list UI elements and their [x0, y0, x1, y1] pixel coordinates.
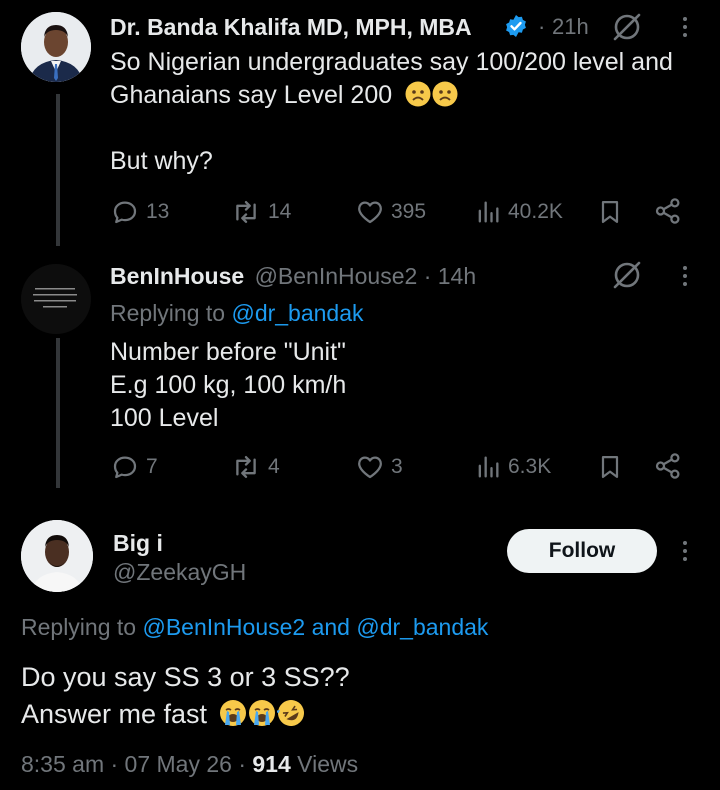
tweet-text-line: Ghanaians say Level 200: [110, 79, 710, 112]
verified-badge-icon: [506, 15, 526, 37]
reply-count: 13: [146, 200, 170, 223]
repost-icon: [236, 200, 256, 224]
user-header: BenInHouse @BenInHouse2 · 14h: [110, 262, 476, 290]
tweet-text: Do you say SS 3 or 3 SS?? Answer me fast: [21, 659, 350, 733]
views-icon: [478, 201, 499, 223]
tweet-time[interactable]: 21h: [552, 14, 589, 40]
bookmark-icon[interactable]: [596, 452, 624, 482]
tweet-text-segment: Answer me fast: [21, 699, 208, 729]
tweet-timestamp: 8:35 am · 07 May 26 · 914 Views: [21, 749, 358, 779]
thread-line: [56, 94, 60, 246]
grok-icon[interactable]: [610, 10, 644, 44]
display-name[interactable]: BenInHouse: [110, 263, 244, 289]
heart-icon: [358, 456, 382, 479]
like-button[interactable]: 3: [355, 452, 403, 482]
tweet-text-line: But why?: [110, 147, 213, 175]
reply-button[interactable]: 7: [110, 452, 158, 482]
reply-count: 7: [146, 455, 158, 478]
tweet-text: Number before "Unit" E.g 100 kg, 100 km/…: [110, 336, 346, 435]
display-name[interactable]: Big i: [113, 529, 163, 557]
frowning-face-emoji: [432, 81, 458, 107]
repost-icon: [236, 455, 256, 479]
dot-separator: ·: [538, 14, 546, 39]
tweet-text-line: E.g 100 kg, 100 km/h: [110, 371, 347, 399]
reply-icon: [113, 456, 137, 479]
mention-links[interactable]: @BenInHouse2 and @dr_bandak: [142, 614, 488, 640]
tweet-text-line: So Nigerian undergraduates say 100/200 l…: [110, 48, 673, 76]
heart-icon: [358, 201, 382, 224]
tweet-text-line: Do you say SS 3 or 3 SS??: [21, 662, 350, 692]
replying-prefix: Replying to: [21, 614, 143, 640]
views-button[interactable]: 6.3K: [474, 452, 551, 482]
repost-count: 4: [268, 455, 280, 478]
avatar[interactable]: [21, 12, 91, 82]
replying-to: Replying to @BenInHouse2 and @dr_bandak: [21, 612, 488, 642]
tweet-text-line: Number before "Unit": [110, 338, 346, 366]
repost-button[interactable]: 4: [230, 452, 280, 482]
views-count: 914: [252, 751, 291, 777]
repost-count: 14: [268, 200, 292, 223]
handle-and-time[interactable]: @BenInHouse2 · 14h: [255, 263, 477, 289]
rolling-on-floor-laughing-emoji: [274, 699, 305, 727]
replying-prefix: Replying to: [110, 300, 232, 326]
tweet-text: So Nigerian undergraduates say 100/200 l…: [110, 46, 710, 178]
views-count: 40.2K: [508, 200, 563, 223]
loudly-crying-face-emoji: [219, 699, 247, 727]
avatar[interactable]: [21, 520, 93, 592]
more-options-icon[interactable]: [683, 541, 687, 561]
views-label: Views: [290, 751, 359, 777]
like-count: 395: [391, 200, 427, 223]
more-options-icon[interactable]: [683, 17, 687, 37]
views-icon: [478, 456, 499, 478]
replying-to: Replying to @dr_bandak: [110, 298, 364, 328]
like-button[interactable]: 395: [355, 197, 426, 227]
bookmark-icon[interactable]: [596, 197, 624, 227]
reply-button[interactable]: 13: [110, 197, 169, 227]
handle[interactable]: @ZeekayGH: [113, 558, 246, 586]
tweet-text-segment: Ghanaians say Level 200: [110, 81, 393, 109]
like-count: 3: [391, 455, 403, 478]
repost-button[interactable]: 14: [230, 197, 291, 227]
follow-button[interactable]: Follow: [507, 529, 657, 573]
tweet-text-line: 100 Level: [110, 404, 219, 432]
views-button[interactable]: 40.2K: [474, 197, 563, 227]
views-count: 6.3K: [508, 455, 552, 478]
display-name[interactable]: Dr. Banda Khalifa MD, MPH, MBA: [110, 13, 472, 41]
mention-link[interactable]: @dr_bandak: [231, 300, 363, 326]
timestamp-text[interactable]: 8:35 am · 07 May 26 ·: [21, 751, 252, 777]
grok-icon[interactable]: [610, 258, 644, 292]
tweet-text-line: Answer me fast: [21, 696, 350, 733]
share-icon[interactable]: [653, 196, 683, 226]
frowning-face-emoji: [405, 81, 431, 107]
avatar[interactable]: [21, 264, 91, 334]
thread-line: [56, 338, 60, 488]
loudly-crying-face-emoji: [248, 699, 276, 727]
reply-icon: [113, 201, 137, 224]
share-icon[interactable]: [653, 451, 683, 481]
more-options-icon[interactable]: [683, 266, 687, 286]
